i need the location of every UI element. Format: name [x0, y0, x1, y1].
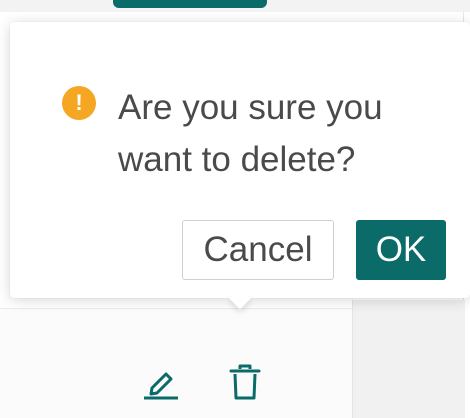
- delete-confirm-popover: ! Are you sure you want to delete? Cance…: [10, 22, 470, 298]
- confirm-message: Are you sure you want to delete?: [118, 88, 383, 179]
- table-cell: [352, 300, 465, 418]
- ok-button[interactable]: OK: [356, 220, 446, 280]
- screen: ! Are you sure you want to delete? Cance…: [0, 0, 470, 418]
- trash-icon[interactable]: [225, 362, 265, 402]
- divider: [0, 308, 352, 309]
- cancel-button[interactable]: Cancel: [182, 220, 334, 280]
- pencil-icon[interactable]: [141, 362, 181, 402]
- partially-hidden-button[interactable]: [113, 0, 267, 8]
- warning-icon: !: [62, 86, 96, 120]
